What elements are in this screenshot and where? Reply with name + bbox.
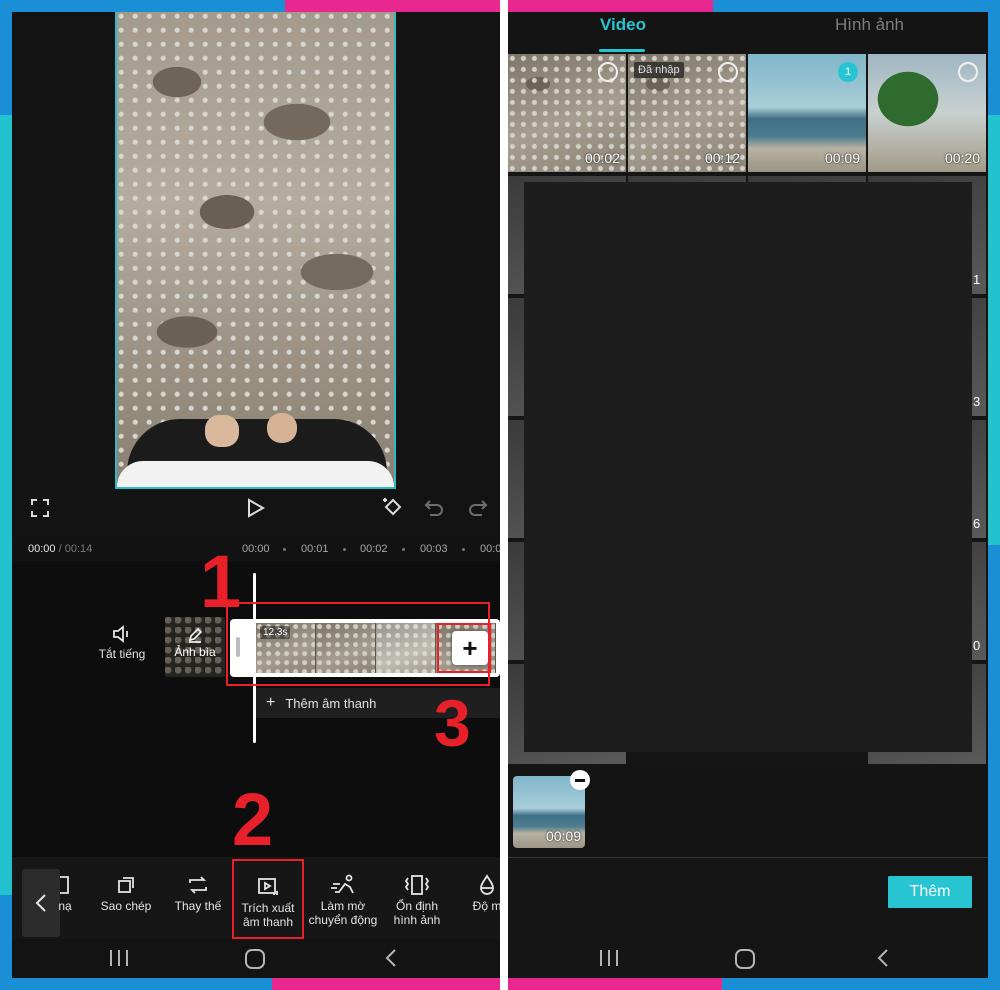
mute-button[interactable]: Tắt tiếng: [92, 625, 152, 661]
tool-copy[interactable]: Sao chép: [94, 871, 158, 913]
selected-media-tray: 00:09: [508, 766, 988, 858]
select-circle[interactable]: [958, 62, 978, 82]
motion-blur-icon: [307, 871, 379, 899]
fullscreen-icon[interactable]: [28, 496, 52, 520]
opacity-icon: [462, 871, 500, 899]
tool-mask[interactable]: nạ: [50, 871, 80, 913]
play-icon[interactable]: [244, 496, 268, 520]
tool-label: Độ m: [472, 899, 500, 913]
tick-label: 00:00: [242, 543, 270, 555]
recent-apps-icon[interactable]: [598, 948, 620, 968]
media-tabs: Video Hình ảnh: [508, 12, 988, 54]
replace-icon: [166, 871, 230, 899]
callout-number-2: 2: [232, 778, 274, 861]
chevron-left-icon: [35, 894, 46, 912]
occluding-block: [524, 182, 972, 752]
current-time: 00:00: [28, 543, 56, 555]
cover-button[interactable]: Ảnh bìa: [165, 617, 225, 677]
time-ruler: 00:00 / 00:14 00:00 00:01 00:02 00:03 00…: [12, 537, 500, 561]
callout-box-3: [437, 623, 491, 673]
plus-icon: +: [266, 694, 276, 711]
tool-motion-blur[interactable]: Làm mờ chuyển động: [307, 871, 379, 927]
imported-badge: Đã nhập: [634, 62, 684, 78]
media-duration: 00:20: [944, 150, 980, 166]
media-duration-partial: 1: [973, 272, 981, 287]
mute-label: Tắt tiếng: [98, 647, 146, 661]
frame-band-top: [285, 0, 713, 12]
back-icon[interactable]: [876, 948, 890, 968]
media-duration: 00:12: [704, 150, 740, 166]
frame-band-right: [988, 115, 1000, 545]
frame-band-left: [0, 115, 12, 895]
media-duration: 00:02: [584, 150, 620, 166]
tool-label: Thay thế: [174, 899, 222, 913]
tick-dot: [462, 548, 465, 551]
pencil-icon: [165, 627, 225, 645]
tick-label: 00:02: [360, 543, 388, 555]
tool-label: Sao chép: [100, 899, 152, 913]
media-duration-partial: 3: [973, 394, 981, 409]
tick-label: 00:0: [480, 543, 500, 555]
tick-dot: [283, 548, 286, 551]
android-nav-bar: [12, 939, 500, 978]
add-audio-label: Thêm âm thanh: [285, 695, 377, 711]
frame-band-bottom: [272, 978, 722, 990]
home-icon[interactable]: [244, 948, 266, 970]
undo-icon[interactable]: [422, 496, 446, 520]
tool-replace[interactable]: Thay thế: [166, 871, 230, 913]
timeline: 00:00 / 00:14 00:00 00:01 00:02 00:03 00…: [12, 537, 500, 861]
remove-selected-icon[interactable]: [570, 770, 590, 790]
android-nav-bar: [508, 939, 988, 978]
tool-opacity[interactable]: Độ m: [462, 871, 500, 913]
media-picker-screen: Video Hình ảnh 00:02 Đã nhập 00:12 1 00:…: [508, 12, 988, 978]
preview-feet: [117, 413, 394, 487]
tool-stabilize[interactable]: Ổn định hình ảnh: [384, 871, 450, 927]
tick-dot: [402, 548, 405, 551]
tick-dot: [343, 548, 346, 551]
edit-toolbar: nạ Sao chép Thay thế Trích xuất âm thanh: [12, 857, 500, 939]
stabilize-icon: [384, 871, 450, 899]
tab-image[interactable]: Hình ảnh: [835, 15, 904, 35]
selection-number[interactable]: 1: [838, 62, 858, 82]
select-circle[interactable]: [718, 62, 738, 82]
media-thumb[interactable]: 00:20: [868, 54, 986, 172]
tab-active-indicator: [599, 49, 645, 52]
tick-label: 00:01: [301, 543, 329, 555]
speaker-icon: [92, 625, 152, 647]
time-readout: 00:00 / 00:14: [28, 543, 92, 555]
selected-media-duration: 00:09: [545, 828, 581, 844]
tool-label: Ổn định hình ảnh: [393, 899, 441, 927]
media-grid: 00:02 Đã nhập 00:12 1 00:09 00:20 1 3 6: [508, 54, 988, 764]
tick-label: 00:03: [420, 543, 448, 555]
tab-video[interactable]: Video: [600, 15, 646, 35]
keyframe-icon[interactable]: [380, 494, 406, 520]
preview-controls: [12, 492, 500, 536]
recent-apps-icon[interactable]: [108, 948, 130, 968]
back-icon[interactable]: [384, 948, 398, 968]
media-duration-partial: 0: [973, 638, 981, 653]
media-thumb[interactable]: 00:02: [508, 54, 626, 172]
panel-divider: [500, 0, 508, 990]
tool-extract-audio[interactable]: Trích xuất âm thanh: [232, 859, 304, 939]
media-thumb[interactable]: Đã nhập 00:12: [628, 54, 746, 172]
home-icon[interactable]: [734, 948, 756, 970]
editor-screen: 00:00 / 00:14 00:00 00:01 00:02 00:03 00…: [12, 12, 500, 978]
select-circle[interactable]: [598, 62, 618, 82]
time-separator: /: [55, 543, 65, 555]
cover-label: Ảnh bìa: [174, 645, 216, 659]
copy-icon: [94, 871, 158, 899]
callout-number-3: 3: [434, 686, 471, 760]
tool-label: nạ: [58, 899, 72, 913]
media-duration: 00:09: [824, 150, 860, 166]
video-preview[interactable]: [115, 12, 396, 489]
tool-label: Trích xuất âm thanh: [241, 901, 295, 929]
extract-audio-icon: [234, 873, 302, 901]
total-time: 00:14: [64, 543, 93, 555]
crop-icon: [50, 871, 80, 899]
add-button[interactable]: Thêm: [888, 876, 972, 908]
redo-icon[interactable]: [466, 496, 490, 520]
tool-label: Làm mờ chuyển động: [308, 899, 378, 927]
media-thumb[interactable]: 1 00:09: [748, 54, 866, 172]
media-duration-partial: 6: [973, 516, 981, 531]
